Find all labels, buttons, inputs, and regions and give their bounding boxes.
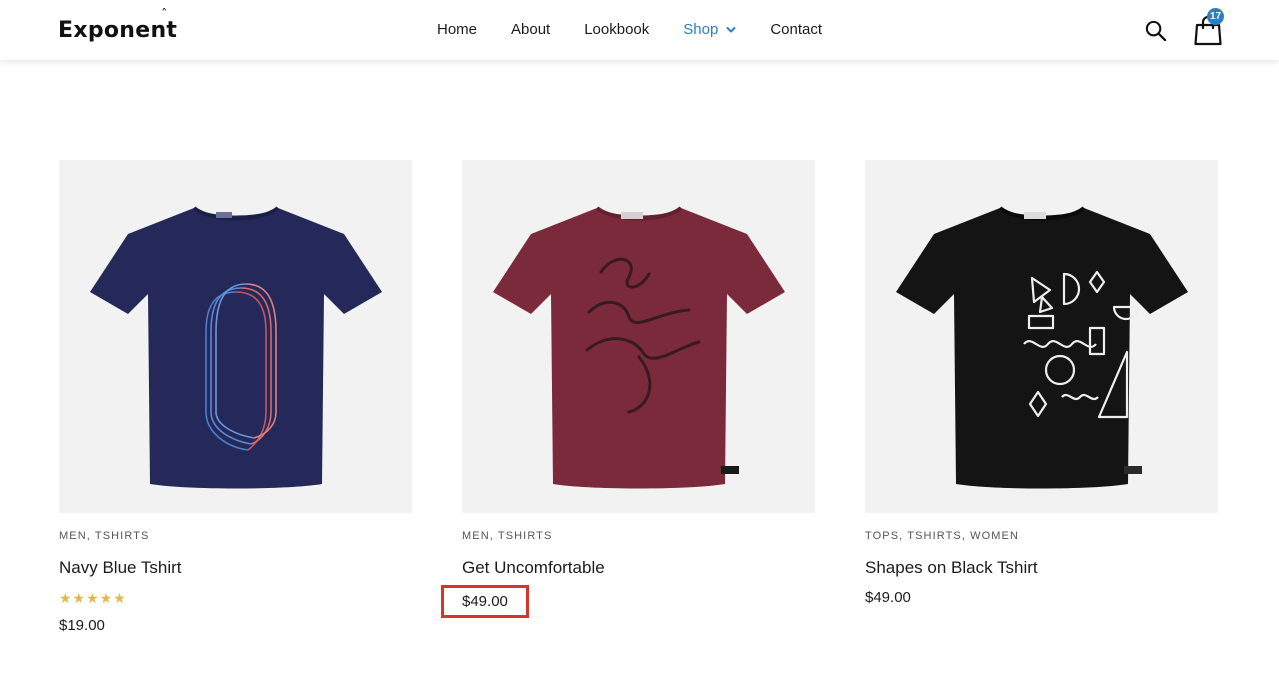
product-card: MEN, TSHIRTS Navy Blue Tshirt ★★★★★ $19.… [59,160,412,634]
product-price: $19.00 [59,617,105,634]
nav-home-label: Home [437,21,478,38]
category-link[interactable]: MEN [59,530,87,542]
product-title[interactable]: Get Uncomfortable [462,558,815,578]
product-categories: MEN, TSHIRTS [59,530,412,542]
category-separator: , [961,530,971,542]
site-header: Exponent ˆ Home About Lookbook Shop Cont… [0,0,1279,60]
category-link[interactable]: WOMEN [970,530,1019,542]
maroon-tshirt-image[interactable] [462,160,815,513]
main-navigation: Home About Lookbook Shop Contact [437,21,822,38]
product-price: $49.00 [441,585,815,618]
category-link[interactable]: TOPS [865,530,899,542]
product-card: MEN, TSHIRTS Get Uncomfortable $49.00 [441,160,815,618]
category-link[interactable]: TSHIRTS [498,530,553,542]
chevron-down-icon[interactable] [726,25,736,35]
cart-count-badge: 17 [1207,8,1224,25]
product-title[interactable]: Shapes on Black Tshirt [865,558,1218,578]
product-categories: TOPS, TSHIRTS, WOMEN [865,530,1218,542]
search-icon[interactable] [1144,19,1167,42]
category-link[interactable]: TSHIRTS [907,530,962,542]
category-separator: , [86,530,95,542]
product-categories: MEN, TSHIRTS [462,530,815,542]
product-card: TOPS, TSHIRTS, WOMEN Shapes on Black Tsh… [865,160,1218,606]
product-title[interactable]: Navy Blue Tshirt [59,558,412,578]
site-logo[interactable]: Exponent [58,18,177,43]
category-link[interactable]: TSHIRTS [95,530,150,542]
nav-contact-label: Contact [770,21,823,38]
nav-shop-label: Shop [683,21,719,38]
product-price: $49.00 [865,589,911,606]
black-tshirt-image[interactable] [865,160,1218,513]
price-highlight-box: $49.00 [441,585,529,618]
category-link[interactable]: MEN [462,530,490,542]
star-rating: ★★★★★ [59,590,127,606]
nav-shop[interactable]: Shop [683,21,736,38]
nav-about-label: About [511,21,551,38]
nav-lookbook[interactable]: Lookbook [584,21,649,38]
logo-caret-accent: ˆ [161,8,168,23]
nav-lookbook-label: Lookbook [584,21,650,38]
nav-contact[interactable]: Contact [770,21,822,38]
category-separator: , [489,530,498,542]
navy-tshirt-image[interactable] [59,160,412,513]
nav-about[interactable]: About [511,21,550,38]
nav-home[interactable]: Home [437,21,477,38]
